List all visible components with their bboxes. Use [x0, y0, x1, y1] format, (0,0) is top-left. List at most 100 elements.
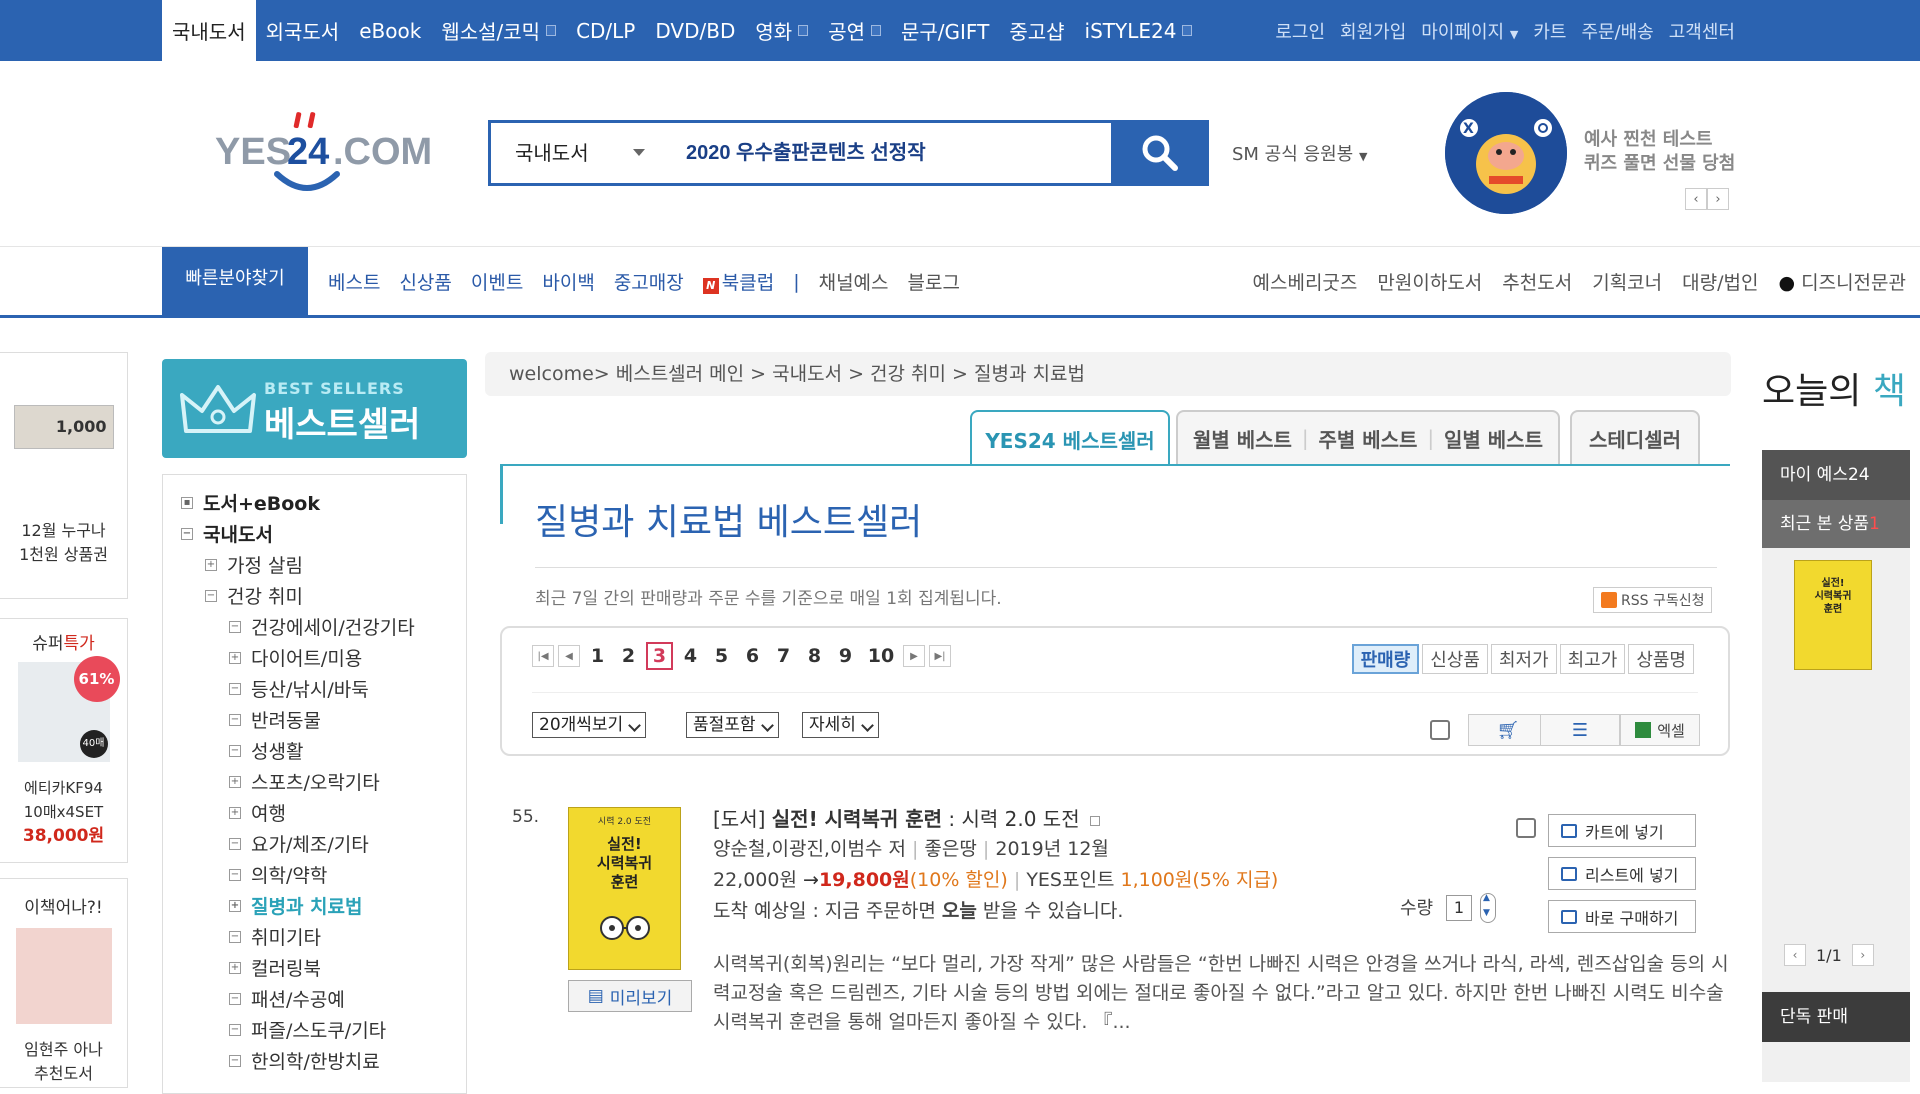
page-1[interactable]: 1: [584, 645, 611, 667]
tree-item[interactable]: − 등산/낚시/바둑: [229, 675, 369, 702]
tree-item[interactable]: + 여행: [229, 799, 286, 826]
preview-button[interactable]: ▤ 미리보기: [568, 980, 692, 1012]
recent-items-header[interactable]: 최근 본 상품1: [1762, 500, 1910, 548]
cat-domestic-books[interactable]: 국내도서: [162, 0, 256, 61]
nav-used-store[interactable]: 중고매장: [614, 268, 684, 295]
nav-under-10000[interactable]: 만원이하도서: [1377, 268, 1482, 295]
nav-new[interactable]: 신상품: [399, 268, 451, 295]
cat-istyle24[interactable]: iSTYLE24: [1075, 0, 1203, 61]
exclusive-sale-link[interactable]: 단독 판매: [1762, 992, 1910, 1042]
tab-yes24-best[interactable]: YES24 베스트셀러: [970, 410, 1170, 466]
new-window-icon[interactable]: [1089, 816, 1100, 826]
sort-highest-price[interactable]: 최고가: [1559, 644, 1626, 674]
cat-used-shop[interactable]: 중고샵: [999, 0, 1074, 61]
cart-link[interactable]: 카트: [1533, 18, 1566, 44]
recent-item-cover[interactable]: 실전! 시력복귀 훈련: [1794, 560, 1872, 670]
page-4[interactable]: 4: [677, 645, 704, 667]
buy-now-button[interactable]: 바로 구매하기: [1548, 900, 1696, 933]
tree-item[interactable]: − 성생활: [229, 737, 303, 764]
tree-item[interactable]: − 국내도서: [181, 520, 273, 547]
qty-stepper[interactable]: ▲ ▼: [1480, 893, 1496, 923]
my-yes24-link[interactable]: 마이 예스24: [1762, 450, 1910, 500]
search-category-select[interactable]: 국내도서: [515, 123, 655, 183]
order-delivery-link[interactable]: 주문/배송: [1581, 18, 1653, 44]
page-2[interactable]: 2: [615, 645, 642, 667]
add-to-list-button[interactable]: 리스트에 넣기: [1548, 857, 1696, 890]
nav-bulk-corporate[interactable]: 대량/법인: [1682, 268, 1758, 295]
yes24-logo[interactable]: YES 24 .COM: [215, 110, 445, 200]
chevron-down-icon[interactable]: ▼: [1483, 908, 1490, 918]
chevron-left-icon[interactable]: ‹: [1685, 188, 1707, 210]
page-3-current[interactable]: 3: [646, 642, 673, 670]
tree-item[interactable]: − 요가/체조/기타: [229, 830, 369, 857]
ad-card-voucher[interactable]: 1,000 12월 누구나 1천원 상품권: [0, 352, 128, 599]
sort-sales[interactable]: 판매량: [1351, 644, 1420, 674]
nav-channel-yes[interactable]: 채널예스: [819, 268, 889, 295]
login-link[interactable]: 로그인: [1275, 18, 1325, 44]
search-button[interactable]: [1111, 120, 1209, 186]
page-10[interactable]: 10: [863, 645, 899, 667]
tree-item[interactable]: − 건강에세이/건강기타: [229, 613, 415, 640]
view-mode-select[interactable]: 자세히: [802, 712, 879, 738]
promo-character-image[interactable]: X: [1445, 92, 1567, 214]
chevron-left-icon[interactable]: ‹: [1784, 944, 1806, 966]
rss-subscribe-button[interactable]: RSS 구독신청: [1593, 587, 1713, 613]
tree-item-current[interactable]: + 질병과 치료법: [229, 892, 363, 919]
nav-blog[interactable]: 블로그: [908, 268, 960, 295]
book-authors[interactable]: 양순철,이광진,이범수 저: [713, 838, 906, 860]
nav-disney[interactable]: ● 디즈니전문관: [1778, 268, 1906, 295]
tree-item[interactable]: − 한의학/한방치료: [229, 1047, 380, 1074]
tree-item[interactable]: − 퍼즐/스도쿠/기타: [229, 1016, 386, 1043]
tree-item[interactable]: − 패션/수공예: [229, 985, 345, 1012]
quick-category-button[interactable]: 빠른분야찾기: [162, 247, 308, 316]
tree-item[interactable]: − 건강 취미: [205, 582, 303, 609]
cat-performance[interactable]: 공연: [818, 0, 891, 61]
page-8[interactable]: 8: [801, 645, 828, 667]
tab-daily[interactable]: 일별 베스트: [1444, 424, 1543, 453]
chevron-up-icon[interactable]: ▲: [1483, 893, 1490, 903]
sm-support-dropdown[interactable]: SM 공식 응원봉 ▼: [1232, 140, 1367, 166]
page-6[interactable]: 6: [739, 645, 766, 667]
sort-newest[interactable]: 신상품: [1422, 644, 1488, 674]
chevron-right-icon[interactable]: ›: [1851, 944, 1874, 966]
select-all-checkbox[interactable]: [1430, 720, 1450, 740]
nav-event[interactable]: 이벤트: [471, 268, 523, 295]
prev-page-icon[interactable]: ◀: [558, 645, 580, 667]
nav-recommended[interactable]: 추천도서: [1502, 268, 1572, 295]
book-title[interactable]: 실전! 시력복귀 훈련: [772, 807, 942, 831]
book-title-line[interactable]: [도서] 실전! 시력복귀 훈련 : 시력 2.0 도전: [713, 803, 1100, 832]
cat-webnovel[interactable]: 웹소설/코믹: [431, 0, 566, 61]
nav-special-corner[interactable]: 기획코너: [1592, 268, 1662, 295]
bestseller-banner[interactable]: BEST SELLERS 베스트셀러: [162, 359, 467, 458]
nav-buyback[interactable]: 바이백: [542, 268, 594, 295]
mypage-link[interactable]: 마이페이지 ▼: [1421, 18, 1518, 44]
cat-gift[interactable]: 문구/GIFT: [891, 0, 999, 61]
tree-item[interactable]: + 다이어트/미용: [229, 644, 362, 671]
page-9[interactable]: 9: [832, 645, 859, 667]
chevron-right-icon[interactable]: ›: [1707, 188, 1729, 210]
tree-item[interactable]: − 취미기타: [229, 923, 321, 950]
cat-foreign-books[interactable]: 외국도서: [256, 0, 350, 61]
signup-link[interactable]: 회원가입: [1340, 18, 1406, 44]
today-book-title[interactable]: 오늘의 책: [1762, 362, 1906, 414]
first-page-icon[interactable]: |◀: [532, 645, 554, 667]
cat-movie[interactable]: 영화: [745, 0, 818, 61]
tree-item[interactable]: + 가정 살림: [205, 551, 303, 578]
add-to-cart-button[interactable]: 카트에 넣기: [1548, 814, 1696, 847]
excel-button[interactable]: 엑셀: [1620, 714, 1700, 746]
search-input[interactable]: [686, 123, 1076, 183]
last-page-icon[interactable]: ▶|: [929, 645, 951, 667]
qty-input[interactable]: 1: [1446, 895, 1472, 921]
cat-ebook[interactable]: eBook: [349, 0, 431, 61]
tree-item[interactable]: ▪ 도서+eBook: [181, 489, 320, 516]
bulk-cart-button[interactable]: 🛒︎: [1468, 714, 1548, 746]
nav-bookclub[interactable]: N 북클럽: [702, 268, 774, 295]
breadcrumb[interactable]: welcome> 베스트셀러 메인 > 국내도서 > 건강 취미 > 질병과 치…: [485, 352, 1731, 396]
promo-text[interactable]: 예사 찐천 테스트 퀴즈 풀면 선물 당첨: [1584, 128, 1735, 176]
tab-monthly[interactable]: 월별 베스트: [1193, 424, 1292, 453]
tab-weekly[interactable]: 주별 베스트: [1318, 424, 1417, 453]
sort-lowest-price[interactable]: 최저가: [1490, 644, 1557, 674]
sort-name[interactable]: 상품명: [1628, 644, 1694, 674]
nav-best[interactable]: 베스트: [328, 268, 380, 295]
tab-steady[interactable]: 스테디셀러: [1570, 410, 1700, 464]
